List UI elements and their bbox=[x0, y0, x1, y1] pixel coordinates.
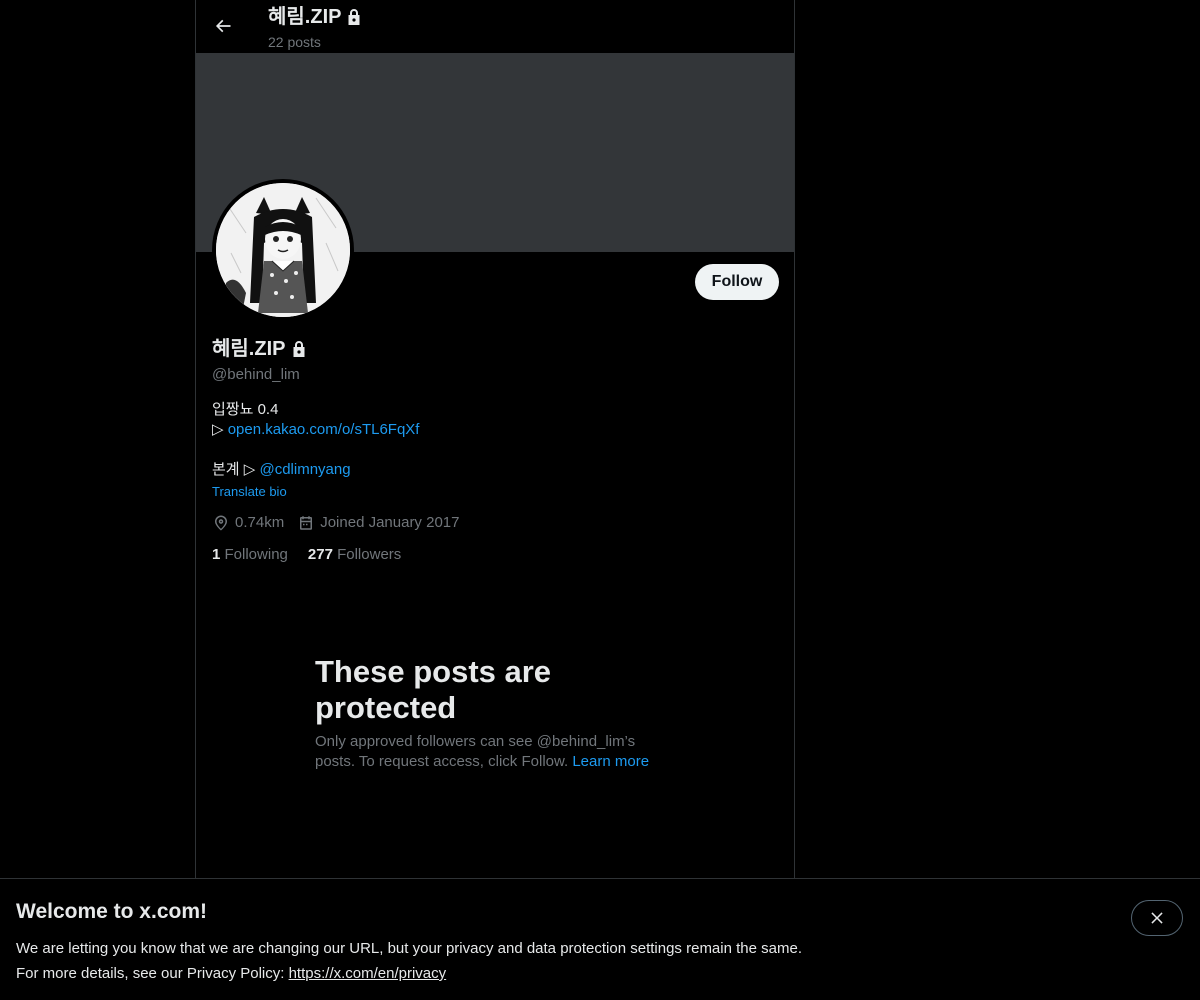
joined-text: Joined January 2017 bbox=[320, 514, 460, 531]
follow-stats: 1 Following 277 Followers bbox=[212, 545, 401, 565]
following-stat[interactable]: 1 Following bbox=[212, 545, 288, 565]
learn-more-link[interactable]: Learn more bbox=[572, 753, 649, 770]
url-change-notice: Welcome to x.com! We are letting you kno… bbox=[0, 878, 1200, 1000]
translate-bio-link[interactable]: Translate bio bbox=[212, 484, 287, 500]
bio-line: 본계 ▷ @cdlimnyang bbox=[212, 460, 772, 480]
notice-line: We are letting you know that we are chan… bbox=[16, 940, 802, 957]
protected-notice: These posts are protected Only approved … bbox=[315, 654, 675, 772]
avatar-illustration bbox=[216, 183, 350, 317]
avatar[interactable] bbox=[212, 179, 354, 321]
lock-icon bbox=[293, 341, 305, 357]
profile-name-text: 혜림.ZIP bbox=[212, 338, 286, 360]
calendar-icon bbox=[300, 516, 313, 530]
followers-count: 277 bbox=[307, 546, 333, 563]
notice-title: Welcome to x.com! bbox=[16, 900, 207, 923]
follow-button[interactable]: Follow bbox=[695, 264, 779, 300]
notice-line: For more details, see our Privacy Policy… bbox=[16, 961, 802, 986]
profile-column: 혜림.ZIP 22 posts Follow 혜림.ZIP @behind_li… bbox=[195, 0, 795, 1000]
protected-title: These posts are protected bbox=[315, 654, 552, 725]
profile-handle: @behind_lim bbox=[212, 366, 300, 383]
bio-line: 입짱뇨 0.4 bbox=[212, 401, 279, 418]
notice-prefix: For more details, see our Privacy Policy… bbox=[16, 965, 289, 982]
privacy-link[interactable]: https://x.com/en/privacy bbox=[289, 965, 447, 982]
location-icon bbox=[215, 515, 227, 531]
back-arrow-icon bbox=[215, 19, 231, 33]
location: 0.74km bbox=[212, 513, 284, 533]
notice-text: We are letting you know that we are chan… bbox=[16, 936, 802, 986]
bio-prefix: 본계 ▷ bbox=[212, 461, 260, 478]
posts-count: 22 posts bbox=[268, 34, 321, 50]
topbar-title: 혜림.ZIP bbox=[268, 4, 362, 30]
profile-name: 혜림.ZIP bbox=[212, 336, 307, 362]
kakao-link[interactable]: open.kakao.com/o/sTL6FqXf bbox=[228, 421, 420, 438]
topbar-name-text: 혜림.ZIP bbox=[268, 6, 342, 28]
top-bar: 혜림.ZIP 22 posts bbox=[196, 0, 794, 53]
following-count: 1 bbox=[212, 546, 221, 563]
mention-link[interactable]: @cdlimnyang bbox=[259, 461, 350, 478]
protected-text: Only approved followers can see @behind_… bbox=[315, 732, 675, 772]
joined-date: Joined January 2017 bbox=[297, 513, 459, 533]
lock-icon bbox=[348, 9, 360, 25]
following-label: Following bbox=[224, 546, 288, 563]
followers-stat[interactable]: 277 Followers bbox=[308, 545, 401, 565]
back-button[interactable] bbox=[208, 10, 238, 42]
followers-label: Followers bbox=[337, 546, 402, 563]
close-notice-button[interactable] bbox=[1131, 900, 1183, 936]
bio-prefix: ▷ bbox=[212, 421, 228, 438]
location-text: 0.74km bbox=[235, 514, 285, 531]
profile-meta: 0.74km Joined January 2017 bbox=[212, 513, 472, 533]
close-icon bbox=[1151, 912, 1163, 924]
bio-line: ▷ open.kakao.com/o/sTL6FqXf bbox=[212, 420, 772, 440]
profile-bio: 입짱뇨 0.4 ▷ open.kakao.com/o/sTL6FqXf 본계 ▷… bbox=[212, 400, 772, 480]
avatar-image bbox=[216, 183, 350, 317]
